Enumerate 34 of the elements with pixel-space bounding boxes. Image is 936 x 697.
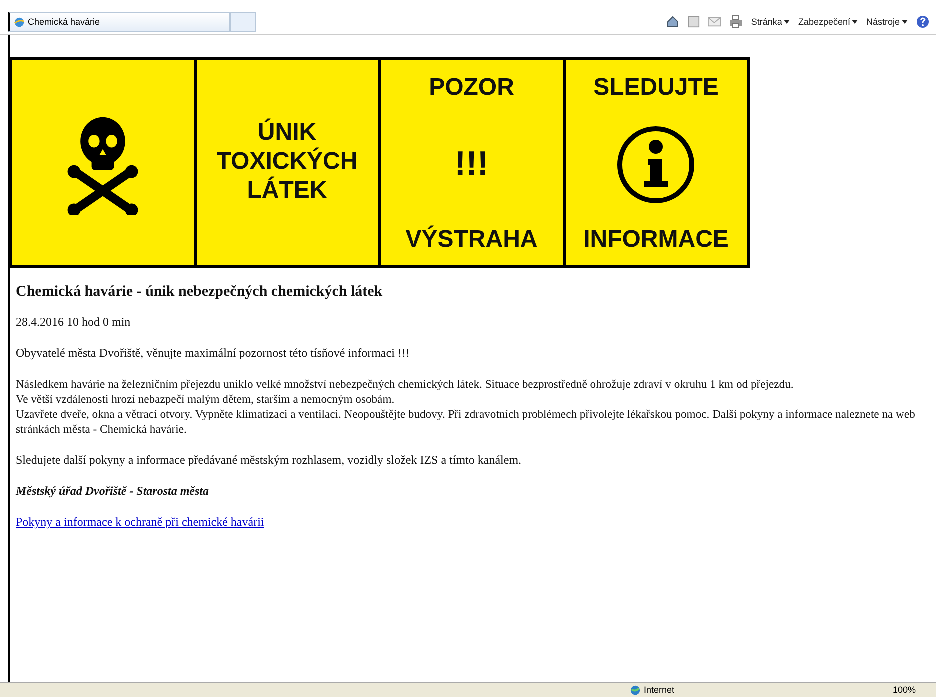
print-icon[interactable] [729,15,744,29]
globe-icon [14,16,25,28]
info-icon [616,124,696,204]
panel-text: POZOR [429,74,514,103]
tab-title: Chemická havárie [28,17,100,27]
follow-text: Sledujete další pokyny a informace předávané městským rozhlasem, vozidly složek IZS a tímto kanálem. [16,453,523,468]
toolbar-menu[interactable]: Stránka [751,17,790,27]
panel-text: LÁTEK [247,176,328,206]
toolbar-menu[interactable]: Zabezpečení [798,17,858,27]
body-text: Ve větší vzdálenosti hrozí nebazpečí malým dětem, starším a nemocným osobám. [16,392,396,408]
toolbar-menu[interactable]: Nástroje [866,17,908,27]
panel-text: INFORMACE [584,226,729,255]
security-zone: Internet [644,685,675,695]
help-icon[interactable] [916,15,930,29]
caret-icon [852,20,858,24]
article-date: 28.4.2016 10 hod 0 min [16,315,132,330]
signature-text: Městský úřad Dvořiště - Starosta města [16,484,210,500]
home-icon[interactable] [666,15,680,29]
panel-text: TOXICKÝCH [216,148,358,176]
intro-text: Obyvatelé města Dvořiště, věnujte maximální pozornost této tísňové informaci !!! [16,346,411,361]
zoom-control[interactable]: 100% [892,685,916,695]
article-title: Chemická havárie - únik nebezpečných chemických látek [16,284,384,301]
browser-tab[interactable]: Chemická havárie [8,12,230,32]
caret-icon [902,20,908,24]
panel-text: VÝSTRAHA [406,226,538,255]
body-text: Následkem havárie na železničním přejezdu uniklo velké množství nebezpečných chemických látek. Situace bezprostředně ohrožuje zdraví v okruhu 1 km od přejezdu. [16,377,795,392]
globe-icon [630,684,641,696]
mail-icon[interactable] [708,17,722,27]
body-text: Uzavřete dveře, okna a větrací otvory. Vypněte klimatizaci a ventilaci. Neopouštějte budovy. Při zdravotních problémech přivolejte lékařskou pomoc. Další pokyny a informace naleznete na web stránkách města - Chemická havárie. [16,407,916,438]
info-link[interactable]: Pokyny a informace k ochraně při chemické havárii [16,515,264,530]
panel-text: ÚNIK [258,119,317,148]
exclamation-marks: !!! [454,145,489,184]
caret-icon [784,20,790,24]
panel-text: SLEDUJTE [594,74,719,103]
